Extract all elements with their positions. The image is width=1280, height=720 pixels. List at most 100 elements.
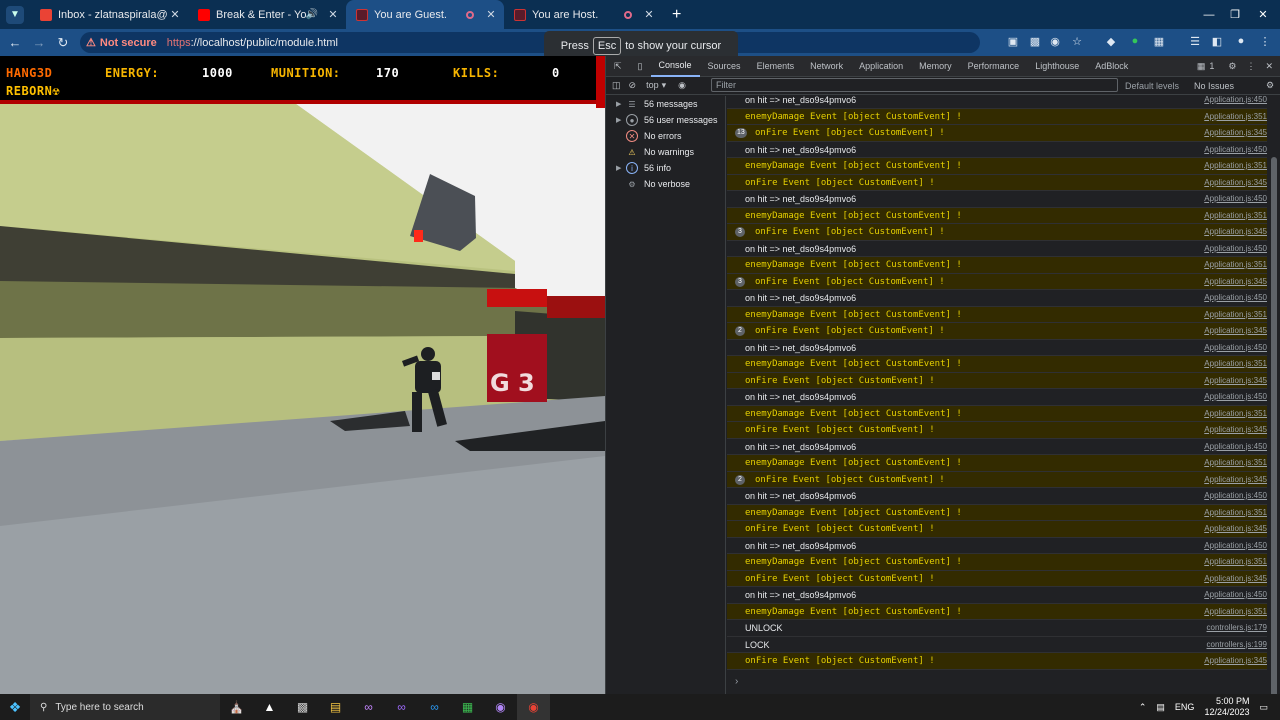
tab-inbox[interactable]: Inbox - zlatnaspirala@gmail.co ✕ xyxy=(30,0,188,29)
source-link[interactable]: Application.js:351 xyxy=(1204,607,1267,616)
tab-elements[interactable]: Elements xyxy=(749,56,803,77)
vscode-icon[interactable]: ∞ xyxy=(418,694,451,720)
app-icon[interactable]: ▲ xyxy=(253,694,286,720)
terminal-icon[interactable]: ▩ xyxy=(286,694,319,720)
security-indicator[interactable]: ⚠ Not secure xyxy=(86,36,157,50)
source-link[interactable]: Application.js:450 xyxy=(1204,244,1267,253)
source-link[interactable]: Application.js:450 xyxy=(1204,194,1267,203)
source-link[interactable]: Application.js:450 xyxy=(1204,590,1267,599)
source-link[interactable]: controllers.js:199 xyxy=(1207,640,1267,649)
close-icon[interactable]: ✕ xyxy=(642,8,656,21)
extensions-puzzle-icon[interactable]: ▦ xyxy=(1152,35,1166,49)
clear-console-icon[interactable]: ⊘ xyxy=(629,80,637,91)
source-link[interactable]: Application.js:345 xyxy=(1204,524,1267,533)
source-link[interactable]: Application.js:345 xyxy=(1204,277,1267,286)
tab-console[interactable]: Console xyxy=(650,56,700,77)
console-scrollbar[interactable] xyxy=(1270,97,1278,697)
issues-icon[interactable]: ▦ xyxy=(1197,61,1206,72)
device-toolbar-icon[interactable]: ▯ xyxy=(630,56,651,77)
close-devtools-icon[interactable]: ✕ xyxy=(1265,61,1273,72)
source-link[interactable]: Application.js:351 xyxy=(1204,557,1267,566)
visual-studio-preview-icon[interactable]: ∞ xyxy=(385,694,418,720)
source-link[interactable]: Application.js:450 xyxy=(1204,491,1267,500)
source-link[interactable]: controllers.js:179 xyxy=(1207,623,1267,632)
sidebar-item-user-messages[interactable]: ▶ ● 56 user messages xyxy=(606,112,725,128)
source-link[interactable]: Application.js:450 xyxy=(1204,541,1267,550)
new-tab-button[interactable]: + xyxy=(672,6,681,24)
network-icon[interactable]: ▤ xyxy=(1156,702,1165,713)
camera-icon[interactable]: ▣ xyxy=(1006,35,1020,49)
game-canvas[interactable]: G 3 HANG3D REBORN☢ ENERGY: 1000 MUNITION… xyxy=(0,56,605,694)
source-link[interactable]: Application.js:450 xyxy=(1204,392,1267,401)
tab-host[interactable]: You are Host. ✕ xyxy=(504,0,662,29)
tab-adblock[interactable]: AdBlock xyxy=(1087,56,1136,77)
notifications-icon[interactable]: ▭ xyxy=(1259,702,1268,713)
source-link[interactable]: Application.js:450 xyxy=(1204,442,1267,451)
source-link[interactable]: Application.js:345 xyxy=(1204,656,1267,665)
source-link[interactable]: Application.js:351 xyxy=(1204,161,1267,170)
more-options-icon[interactable]: ⋮ xyxy=(1246,61,1255,72)
building-widget-icon[interactable]: ⛪ xyxy=(220,694,253,720)
tab-performance[interactable]: Performance xyxy=(960,56,1028,77)
chrome-icon[interactable]: ◉ xyxy=(517,694,550,720)
source-link[interactable]: Application.js:345 xyxy=(1204,326,1267,335)
console-settings-icon[interactable]: ⚙ xyxy=(1266,80,1274,91)
source-link[interactable]: Application.js:345 xyxy=(1204,376,1267,385)
settings-gear-icon[interactable]: ⚙ xyxy=(1228,61,1236,72)
close-icon[interactable]: ✕ xyxy=(484,8,498,21)
file-explorer-icon[interactable]: ▤ xyxy=(319,694,352,720)
filter-input[interactable]: Filter xyxy=(711,78,1118,92)
tab-search-icon[interactable]: ▼ xyxy=(6,5,24,24)
url-bar[interactable]: ⚠ Not secure https ://localhost/public/m… xyxy=(80,32,980,53)
source-link[interactable]: Application.js:345 xyxy=(1204,227,1267,236)
tab-youtube[interactable]: Break & Enter - YouTube 🔊 ✕ xyxy=(188,0,346,29)
menu-icon[interactable]: ⋮ xyxy=(1258,35,1272,49)
source-link[interactable]: Application.js:351 xyxy=(1204,112,1267,121)
tab-network[interactable]: Network xyxy=(802,56,851,77)
visual-studio-icon[interactable]: ∞ xyxy=(352,694,385,720)
log-levels-dropdown[interactable]: Default levels xyxy=(1125,81,1179,91)
source-link[interactable]: Application.js:351 xyxy=(1204,409,1267,418)
back-button[interactable]: ← xyxy=(3,35,27,50)
sidebar-item-errors[interactable]: ✕ No errors xyxy=(606,128,725,144)
source-link[interactable]: Application.js:351 xyxy=(1204,359,1267,368)
live-expression-eye-icon[interactable]: ◉ xyxy=(678,80,686,91)
tab-lighthouse[interactable]: Lighthouse xyxy=(1027,56,1087,77)
window-close-button[interactable]: ✕ xyxy=(1246,0,1280,29)
tab-application[interactable]: Application xyxy=(851,56,911,77)
close-icon[interactable]: ✕ xyxy=(326,8,340,21)
source-link[interactable]: Application.js:345 xyxy=(1204,128,1267,137)
source-link[interactable]: Application.js:450 xyxy=(1204,343,1267,352)
sidebar-item-messages[interactable]: ▶ ☰ 56 messages xyxy=(606,96,725,112)
reading-list-icon[interactable]: ☰ xyxy=(1188,35,1202,49)
language-indicator[interactable]: ENG xyxy=(1175,702,1195,712)
forward-button[interactable]: → xyxy=(27,35,51,50)
inspect-icon[interactable]: ⇱ xyxy=(606,56,630,77)
minecraft-icon[interactable]: ▦ xyxy=(451,694,484,720)
extension-green-icon[interactable]: ● xyxy=(1128,35,1142,49)
source-link[interactable]: Application.js:345 xyxy=(1204,475,1267,484)
source-link[interactable]: Application.js:351 xyxy=(1204,508,1267,517)
clock[interactable]: 5:00 PM 12/24/2023 xyxy=(1204,696,1249,718)
issues-label[interactable]: No Issues xyxy=(1194,81,1234,91)
tab-guest[interactable]: You are Guest. ✕ xyxy=(346,0,504,29)
taskbar-search[interactable]: ⚲ Type here to search xyxy=(30,694,220,720)
tab-sources[interactable]: Sources xyxy=(700,56,749,77)
close-icon[interactable]: ✕ xyxy=(168,8,182,21)
source-link[interactable]: Application.js:450 xyxy=(1204,293,1267,302)
sidebar-item-info[interactable]: ▶ i 56 info xyxy=(606,160,725,176)
sidebar-item-verbose[interactable]: ⚙ No verbose xyxy=(606,176,725,192)
reload-button[interactable]: ↻ xyxy=(51,35,75,51)
source-link[interactable]: Application.js:351 xyxy=(1204,211,1267,220)
windows-start-icon[interactable]: ❖ xyxy=(0,699,30,716)
extension-icon[interactable]: ◆ xyxy=(1104,35,1118,49)
source-link[interactable]: Application.js:345 xyxy=(1204,574,1267,583)
source-link[interactable]: Application.js:351 xyxy=(1204,260,1267,269)
context-selector[interactable]: top ▾ xyxy=(646,80,666,91)
bookmark-star-icon[interactable]: ☆ xyxy=(1070,35,1084,49)
github-desktop-icon[interactable]: ◉ xyxy=(484,694,517,720)
eye-icon[interactable]: ◉ xyxy=(1048,35,1062,49)
profile-avatar[interactable]: ● xyxy=(1234,35,1248,49)
source-link[interactable]: Application.js:351 xyxy=(1204,458,1267,467)
source-link[interactable]: Application.js:351 xyxy=(1204,310,1267,319)
